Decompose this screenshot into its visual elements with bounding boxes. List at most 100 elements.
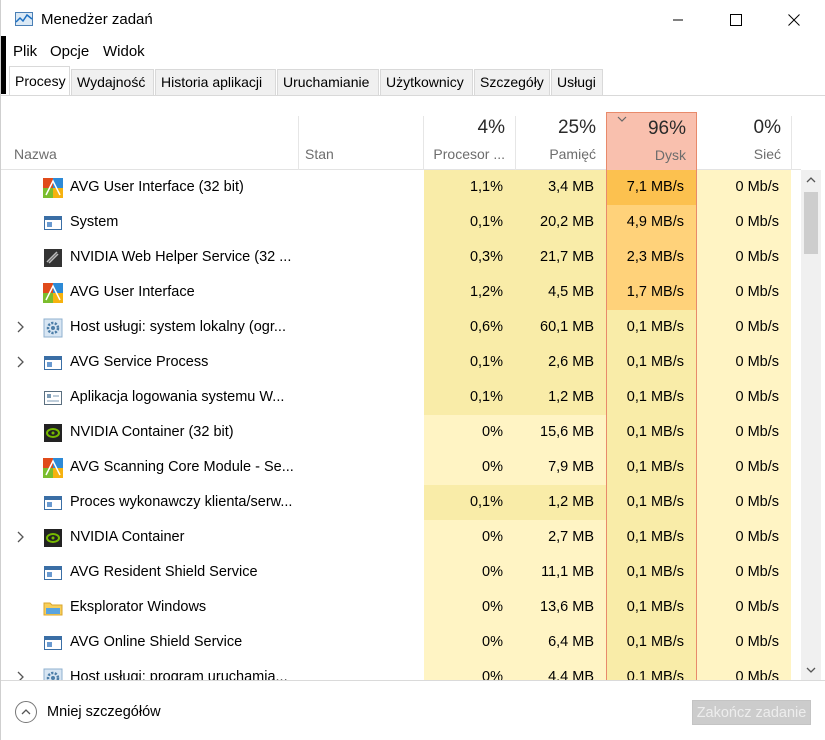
process-disk: 0,1 MB/s	[606, 310, 697, 345]
process-status	[299, 310, 423, 345]
menu-opcje[interactable]: Opcje	[50, 43, 89, 60]
table-row[interactable]: AVG User Interface 1,2% 4,5 MB 1,7 MB/s 0 Mb…	[1, 275, 801, 310]
process-network: 0 Mb/s	[697, 415, 791, 450]
process-name-cell: Host usługi: system lokalny (ogr...	[1, 310, 301, 345]
process-network: 0 Mb/s	[697, 345, 791, 380]
chevron-right-icon[interactable]	[15, 356, 25, 368]
app-window-icon	[43, 492, 63, 512]
menu-plik[interactable]: Plik	[13, 43, 37, 60]
process-name: Host usługi: system lokalny (ogr...	[70, 319, 286, 335]
scroll-down-button[interactable]	[801, 660, 821, 680]
close-icon	[788, 14, 800, 26]
process-name: System	[70, 214, 119, 230]
process-name-cell: AVG User Interface (32 bit)	[1, 170, 301, 205]
process-name: NVIDIA Container (32 bit)	[70, 424, 234, 440]
scroll-up-button[interactable]	[801, 170, 821, 190]
process-name-cell: AVG Service Process	[1, 345, 301, 380]
table-row[interactable]: NVIDIA Container 0% 2,7 MB 0,1 MB/s 0 Mb/s	[1, 520, 801, 555]
process-name: NVIDIA Web Helper Service (32 ...	[70, 249, 292, 265]
minimize-button[interactable]	[649, 0, 707, 40]
chevron-right-icon[interactable]	[15, 321, 25, 333]
column-cpu[interactable]: 4% Procesor ...	[424, 112, 515, 170]
table-row[interactable]: AVG User Interface (32 bit) 1,1% 3,4 MB 7,1…	[1, 170, 801, 205]
column-name[interactable]: Nazwa	[1, 112, 298, 170]
tab-uzytkownicy[interactable]: Użytkownicy	[380, 69, 473, 95]
process-list: AVG User Interface (32 bit) 1,1% 3,4 MB 7,1…	[1, 170, 801, 680]
process-name: AVG User Interface	[70, 284, 195, 300]
process-status	[299, 590, 423, 625]
process-network: 0 Mb/s	[697, 520, 791, 555]
process-cpu: 1,2%	[424, 275, 515, 310]
process-disk: 0,1 MB/s	[606, 660, 697, 680]
process-memory: 1,2 MB	[515, 485, 606, 520]
table-row[interactable]: NVIDIA Container (32 bit) 0% 15,6 MB 0,1 MB…	[1, 415, 801, 450]
process-name: AVG Resident Shield Service	[70, 564, 258, 580]
process-name: Eksplorator Windows	[70, 599, 207, 615]
maximize-button[interactable]	[707, 0, 765, 40]
avg-icon	[43, 282, 63, 303]
table-row[interactable]: Aplikacja logowania systemu W... 0,1% 1,2 …	[1, 380, 801, 415]
chevron-up-icon	[806, 177, 816, 183]
table-row[interactable]: Eksplorator Windows 0% 13,6 MB 0,1 MB/s 0 Mb…	[1, 590, 801, 625]
process-status	[299, 555, 423, 590]
table-row[interactable]: NVIDIA Web Helper Service (32 ... 0,3% 21,…	[1, 240, 801, 275]
table-row[interactable]: AVG Service Process 0,1% 2,6 MB 0,1 MB/s 0 M…	[1, 345, 801, 380]
column-status-label: Stan	[305, 146, 334, 162]
column-disk[interactable]: 96% Dysk	[606, 112, 697, 170]
process-disk: 7,1 MB/s	[606, 170, 697, 205]
process-name-cell: Eksplorator Windows	[1, 590, 301, 625]
tab-divider	[1, 95, 825, 96]
chevron-right-icon[interactable]	[15, 531, 25, 543]
process-cpu: 0%	[424, 660, 515, 680]
process-cpu: 0%	[424, 625, 515, 660]
process-disk: 0,1 MB/s	[606, 415, 697, 450]
title-bar: Menedżer zadań	[1, 0, 825, 40]
column-status[interactable]: Stan	[299, 112, 423, 170]
process-network: 0 Mb/s	[697, 590, 791, 625]
vertical-scrollbar[interactable]	[801, 170, 821, 680]
column-network[interactable]: 0% Sieć	[697, 112, 791, 170]
tab-uslugi[interactable]: Usługi	[551, 69, 603, 95]
process-memory: 20,2 MB	[515, 205, 606, 240]
chevron-right-icon[interactable]	[15, 671, 25, 680]
table-row[interactable]: Host usługi: system lokalny (ogr... 0,6% 6…	[1, 310, 801, 345]
table-row[interactable]: Host usługi: program uruchamia... 0% 4,4 M…	[1, 660, 801, 680]
fewer-details-button[interactable]: Mniej szczegółów	[15, 700, 161, 724]
process-network: 0 Mb/s	[697, 380, 791, 415]
process-network: 0 Mb/s	[697, 660, 791, 680]
column-memory[interactable]: 25% Pamięć	[516, 112, 606, 170]
menu-widok[interactable]: Widok	[103, 43, 145, 60]
gear-icon	[43, 667, 63, 680]
table-row[interactable]: AVG Scanning Core Module - Se... 0% 7,9 MB…	[1, 450, 801, 485]
column-cpu-label: Procesor ...	[433, 146, 505, 162]
process-network: 0 Mb/s	[697, 205, 791, 240]
process-name-cell: Host usługi: program uruchamia...	[1, 660, 301, 680]
process-memory: 4,4 MB	[515, 660, 606, 680]
process-disk: 4,9 MB/s	[606, 205, 697, 240]
nvidia-icon	[43, 422, 63, 442]
scrollbar-thumb[interactable]	[804, 192, 818, 254]
process-memory: 2,7 MB	[515, 520, 606, 555]
process-memory: 2,6 MB	[515, 345, 606, 380]
end-task-button[interactable]: Zakończ zadanie	[692, 700, 811, 725]
process-memory: 13,6 MB	[515, 590, 606, 625]
tab-historia-aplikacji[interactable]: Historia aplikacji	[155, 69, 276, 95]
column-separator[interactable]	[791, 116, 792, 170]
table-row[interactable]: System 0,1% 20,2 MB 4,9 MB/s 0 Mb/s	[1, 205, 801, 240]
close-button[interactable]	[765, 0, 823, 40]
table-row[interactable]: AVG Resident Shield Service 0% 11,1 MB 0,1 …	[1, 555, 801, 590]
table-row[interactable]: AVG Online Shield Service 0% 6,4 MB 0,1 MB/…	[1, 625, 801, 660]
tab-wydajnosc[interactable]: Wydajność	[71, 69, 154, 95]
table-row[interactable]: Proces wykonawczy klienta/serw... 0,1% 1,2…	[1, 485, 801, 520]
process-network: 0 Mb/s	[697, 485, 791, 520]
process-name-cell: AVG User Interface	[1, 275, 301, 310]
folder-icon	[43, 597, 63, 617]
process-disk: 0,1 MB/s	[606, 555, 697, 590]
tab-procesy[interactable]: Procesy	[9, 66, 70, 95]
tab-szczegoly[interactable]: Szczegóły	[474, 69, 550, 95]
tab-uruchamianie[interactable]: Uruchamianie	[277, 69, 379, 95]
process-disk: 0,1 MB/s	[606, 485, 697, 520]
process-name: AVG User Interface (32 bit)	[70, 179, 244, 195]
disk-total: 96%	[647, 118, 686, 139]
process-name: AVG Scanning Core Module - Se...	[70, 459, 294, 475]
